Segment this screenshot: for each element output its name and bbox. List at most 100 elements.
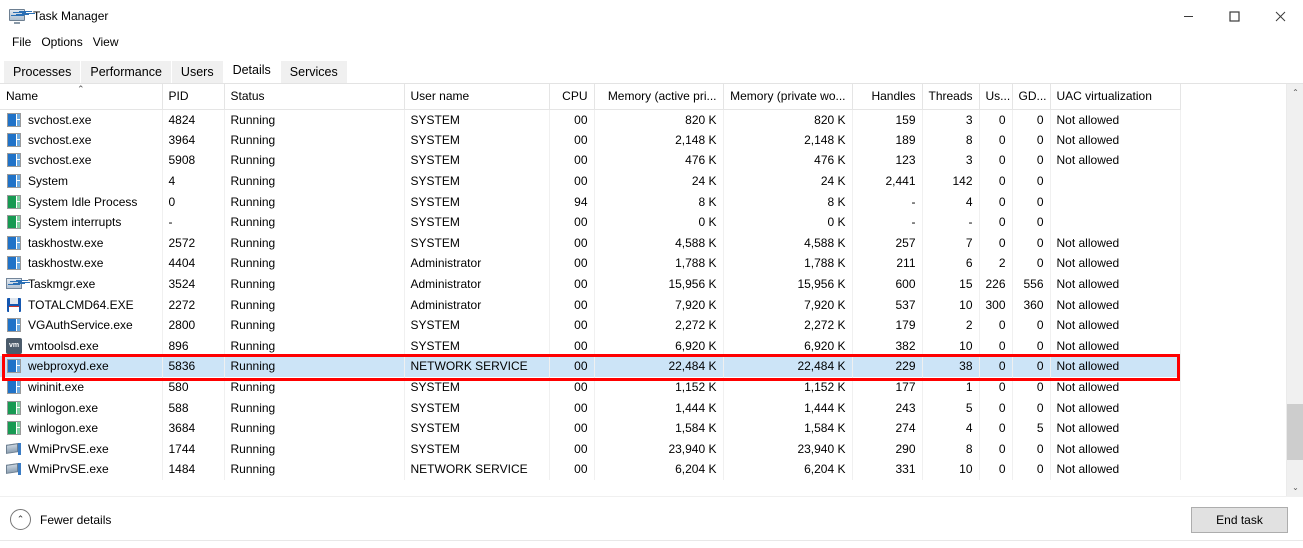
- cell-handles: 243: [852, 397, 923, 418]
- cell-memory-private: 1,152 K: [723, 376, 853, 398]
- menu-item-view[interactable]: View: [88, 34, 124, 51]
- generic-process-icon: [6, 173, 22, 189]
- table-row[interactable]: wininit.exe 580 Running SYSTEM 00 1,152 K 1,15…: [0, 376, 1181, 398]
- table-row[interactable]: System 4 Running SYSTEM 00 24 K 24 K 2,441 142 0 0: [0, 170, 1181, 192]
- menu-item-options[interactable]: Options: [36, 34, 87, 51]
- cell-status: Running: [224, 232, 405, 254]
- cell-user-objects: 2: [979, 253, 1013, 274]
- scroll-down-icon[interactable]: ⌄: [1287, 479, 1303, 496]
- cell-user-objects: 0: [979, 150, 1013, 171]
- cell-uac-virtualization: Not allowed: [1050, 356, 1181, 377]
- cell-user-name: Administrator: [404, 253, 550, 274]
- cell-memory-private: 15,956 K: [723, 273, 853, 295]
- table-row[interactable]: System interrupts - Running SYSTEM 00 0 K0 K-…: [0, 211, 1181, 233]
- process-name: TOTALCMD64.EXE: [28, 297, 134, 312]
- cell-user-name: SYSTEM: [404, 109, 550, 130]
- table-row[interactable]: taskhostw.exe 4404 Running Administrator 00 1…: [0, 253, 1181, 274]
- table-row[interactable]: winlogon.exe 588 Running SYSTEM 00 1,444 K 1,4…: [0, 397, 1181, 418]
- process-name: Taskmgr.exe: [28, 277, 96, 292]
- table-row[interactable]: vm vmtoolsd.exe 896 Running SYSTEM 00 6,920 K6…: [0, 335, 1181, 357]
- cell-uac-virtualization: Not allowed: [1050, 438, 1181, 460]
- table-row[interactable]: System Idle Process 0 Running SYSTEM 94 8 K8 …: [0, 191, 1181, 212]
- table-row[interactable]: svchost.exe 5908 Running SYSTEM 00 476 K 476 K…: [0, 150, 1181, 171]
- column-header-cpu[interactable]: CPU: [549, 84, 595, 110]
- cell-pid: 4404: [162, 253, 225, 274]
- column-header-user-objects[interactable]: Us...: [979, 84, 1013, 110]
- process-list[interactable]: ⌃ Name PID Status User name CPU Memory (…: [0, 84, 1303, 496]
- cell-gdi-objects: 0: [1012, 109, 1051, 130]
- cell-gdi-objects: 0: [1012, 314, 1051, 336]
- table-row[interactable]: VGAuthService.exe 2800 Running SYSTEM 00 2,27…: [0, 314, 1181, 336]
- cell-pid: 3964: [162, 129, 225, 151]
- cell-memory-private: 1,584 K: [723, 417, 853, 439]
- scrollbar-thumb[interactable]: [1287, 404, 1303, 460]
- process-name: System Idle Process: [28, 194, 138, 209]
- tab-users[interactable]: Users: [171, 61, 223, 83]
- cell-user-objects: 0: [979, 376, 1013, 398]
- table-row[interactable]: svchost.exe 4824 Running SYSTEM 00 820 K 820 K…: [0, 109, 1181, 130]
- column-header-pid[interactable]: PID: [162, 84, 225, 110]
- cell-name: svchost.exe: [0, 150, 163, 171]
- table-row[interactable]: winlogon.exe 3684 Running SYSTEM 00 1,584 K 1,…: [0, 417, 1181, 439]
- tab-processes[interactable]: Processes: [4, 61, 81, 83]
- cell-status: Running: [224, 273, 405, 295]
- process-name: VGAuthService.exe: [28, 318, 133, 333]
- cell-name: winlogon.exe: [0, 417, 163, 439]
- tab-services[interactable]: Services: [280, 61, 347, 83]
- cell-memory-active: 1,584 K: [594, 417, 724, 439]
- column-header-uac-virtualization[interactable]: UAC virtualization: [1050, 84, 1181, 110]
- cell-uac-virtualization: Not allowed: [1050, 273, 1181, 295]
- maximize-button[interactable]: [1211, 0, 1257, 32]
- cell-uac-virtualization: Not allowed: [1050, 150, 1181, 171]
- column-header-user-name[interactable]: User name: [404, 84, 550, 110]
- cell-cpu: 00: [549, 109, 595, 130]
- table-row[interactable]: WmiPrvSE.exe 1744 Running SYSTEM 00 23,940 K2…: [0, 438, 1181, 460]
- cell-status: Running: [224, 150, 405, 171]
- column-header-name[interactable]: ⌃ Name: [0, 84, 163, 110]
- fewer-details-button[interactable]: ⌃ Fewer details: [10, 509, 111, 530]
- tab-details[interactable]: Details: [223, 57, 280, 83]
- column-header-handles[interactable]: Handles: [852, 84, 923, 110]
- cell-gdi-objects: 5: [1012, 417, 1051, 439]
- cell-threads: 5: [922, 397, 980, 418]
- tab-performance[interactable]: Performance: [81, 61, 171, 83]
- minimize-button[interactable]: [1165, 0, 1211, 32]
- table-row[interactable]: webproxyd.exe 5836 Running NETWORK SERVICE 0…: [0, 356, 1181, 377]
- table-row[interactable]: svchost.exe 3964 Running SYSTEM 00 2,148 K 2,1…: [0, 129, 1181, 151]
- cell-memory-private: 2,272 K: [723, 314, 853, 336]
- cell-handles: 257: [852, 232, 923, 254]
- cell-threads: 38: [922, 356, 980, 377]
- table-row[interactable]: TOTALCMD64.EXE 2272 Running Administrator 00…: [0, 294, 1181, 315]
- table-row[interactable]: WmiPrvSE.exe 1484 Running NETWORK SERVICE 00…: [0, 459, 1181, 480]
- cell-name: wininit.exe: [0, 376, 163, 398]
- scroll-up-icon[interactable]: ⌃: [1287, 84, 1303, 101]
- vertical-scrollbar[interactable]: ⌃ ⌄: [1286, 84, 1303, 496]
- cell-name: TOTALCMD64.EXE: [0, 294, 163, 315]
- wmi-icon: [6, 461, 22, 477]
- cell-user-objects: 226: [979, 273, 1013, 295]
- column-header-threads[interactable]: Threads: [922, 84, 980, 110]
- cell-handles: 274: [852, 417, 923, 439]
- table-row[interactable]: taskhostw.exe 2572 Running SYSTEM 00 4,588 K4…: [0, 232, 1181, 254]
- title-bar: Task Manager: [0, 0, 1303, 32]
- process-name: wininit.exe: [28, 380, 85, 395]
- cell-cpu: 00: [549, 417, 595, 439]
- cell-memory-private: 24 K: [723, 170, 853, 192]
- cell-gdi-objects: 0: [1012, 397, 1051, 418]
- cell-pid: 588: [162, 397, 225, 418]
- generic-process-icon: [6, 235, 22, 251]
- table-header: ⌃ Name PID Status User name CPU Memory (…: [0, 84, 1181, 110]
- cell-pid: 2272: [162, 294, 225, 315]
- close-button[interactable]: [1257, 0, 1303, 32]
- column-header-memory-private[interactable]: Memory (private wo...: [723, 84, 853, 110]
- end-task-button[interactable]: End task: [1191, 507, 1288, 533]
- cell-status: Running: [224, 211, 405, 233]
- cell-uac-virtualization: Not allowed: [1050, 232, 1181, 254]
- column-header-status[interactable]: Status: [224, 84, 405, 110]
- cell-user-objects: 0: [979, 438, 1013, 460]
- column-header-gdi-objects[interactable]: GD...: [1012, 84, 1051, 110]
- menu-item-file[interactable]: File: [7, 34, 36, 51]
- table-row[interactable]: Taskmgr.exe 3524 Running Administrator 00 15,…: [0, 273, 1181, 295]
- cell-threads: 3: [922, 109, 980, 130]
- column-header-memory-active[interactable]: Memory (active pri...: [594, 84, 724, 110]
